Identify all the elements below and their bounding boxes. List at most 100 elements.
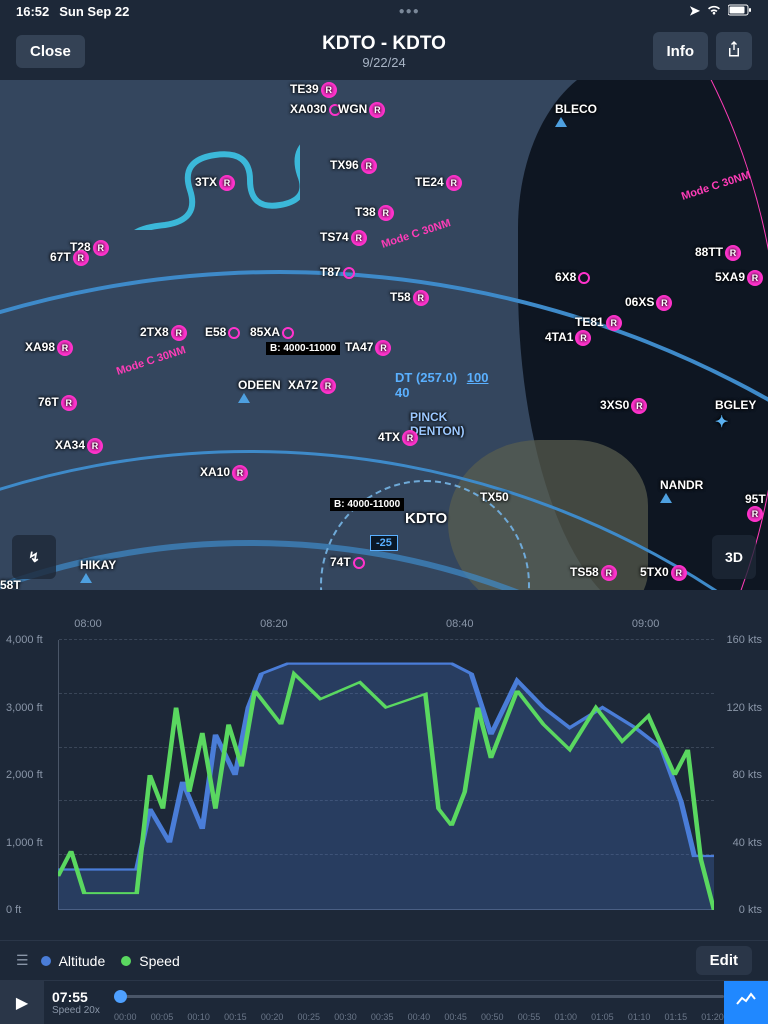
airport-label: PINCKDENTON) (410, 410, 464, 438)
edit-button[interactable]: Edit (696, 946, 752, 975)
timeline-tick: 00:35 (371, 1012, 394, 1022)
timeline-tick: 00:00 (114, 1012, 137, 1022)
share-button[interactable] (716, 32, 752, 70)
target-marker: -25 (370, 535, 398, 551)
close-button[interactable]: Close (16, 35, 85, 68)
waypoint[interactable]: 5XA9R (715, 270, 763, 286)
waypoint[interactable]: 58T (0, 578, 21, 590)
airport-ident[interactable]: KDTO (405, 510, 447, 527)
vor-info[interactable]: DT (257.0) 10040 (395, 370, 488, 400)
timeline-info: 07:55 Speed 20x (44, 989, 114, 1016)
legend-speed: Speed (139, 953, 179, 969)
header: Close KDTO - KDTO 9/22/24 Info (0, 22, 768, 80)
timeline-current: 07:55 (52, 989, 106, 1005)
waypoint[interactable]: 88TTR (695, 245, 741, 261)
y-right-tick: 160 kts (727, 634, 762, 646)
wifi-icon (706, 4, 722, 19)
waypoint[interactable]: TA47R (345, 340, 391, 356)
waypoint[interactable]: 2TX8R (140, 325, 187, 341)
waypoint[interactable]: 76TR (38, 395, 77, 411)
waypoint[interactable]: 67TR (50, 250, 89, 266)
y-right-tick: 120 kts (727, 702, 762, 714)
timeline-tick: 00:50 (481, 1012, 504, 1022)
map-view[interactable]: Mode C 30NM Mode C 30NM Mode C 30NM B: 4… (0, 80, 768, 590)
waypoint[interactable]: TX50 (480, 490, 509, 504)
y-left-tick: 4,000 ft (6, 634, 43, 646)
waypoint[interactable]: BLECO (555, 102, 597, 130)
waypoint[interactable]: T58R (390, 290, 429, 306)
altitude-box: B: 4000-11000 (330, 498, 404, 511)
info-button[interactable]: Info (653, 32, 709, 70)
speed-dot (121, 956, 131, 966)
waypoint[interactable]: NANDR (660, 478, 703, 506)
route-icon: ↯ (28, 549, 40, 566)
chart-toggle-button[interactable] (724, 981, 768, 1024)
timeline-tick: 00:55 (518, 1012, 541, 1022)
x-tick: 09:00 (632, 618, 660, 630)
chart-plot (58, 640, 714, 910)
status-time: 16:52 (16, 4, 49, 19)
x-tick: 08:40 (446, 618, 474, 630)
waypoint[interactable]: TX96R (330, 158, 377, 174)
waypoint[interactable]: 06XSR (625, 295, 672, 311)
timeline-tick: 01:15 (665, 1012, 688, 1022)
waypoint[interactable]: TE81R (575, 315, 622, 331)
waypoint[interactable]: BGLEY✦ (715, 398, 756, 432)
waypoint[interactable]: E58 (205, 325, 240, 339)
waypoint[interactable]: 5TX0R (640, 565, 687, 581)
waypoint[interactable]: TE24R (415, 175, 462, 191)
timeline-tick: 00:40 (408, 1012, 431, 1022)
waypoint[interactable]: ODEEN (238, 378, 281, 406)
waypoint[interactable]: XA72R (288, 378, 336, 394)
timeline-speed: Speed 20x (52, 1005, 106, 1016)
waypoint[interactable]: 95TR (745, 492, 768, 522)
waypoint[interactable]: T87 (320, 265, 355, 279)
waypoint[interactable]: XA98R (25, 340, 73, 356)
waypoint[interactable]: 6X8 (555, 270, 590, 284)
altitude-speed-chart[interactable]: 0 ft1,000 ft2,000 ft3,000 ft4,000 ft0 kt… (0, 590, 768, 940)
waypoint[interactable]: TS74R (320, 230, 367, 246)
waypoint[interactable]: TS58R (570, 565, 617, 581)
waypoint[interactable]: 4TXR (378, 430, 418, 446)
status-icons: ➤ (689, 3, 752, 19)
y-right-tick: 40 kts (733, 837, 762, 849)
y-left-tick: 2,000 ft (6, 769, 43, 781)
timeline-tick: 01:10 (628, 1012, 651, 1022)
y-left-tick: 1,000 ft (6, 837, 43, 849)
timeline-tick: 00:10 (187, 1012, 210, 1022)
battery-icon (728, 4, 752, 19)
waypoint[interactable]: 85XA (250, 325, 294, 339)
share-icon (726, 45, 742, 62)
altitude-box: B: 4000-11000 (266, 342, 340, 355)
waypoint[interactable]: HIKAY (80, 558, 116, 586)
y-right-tick: 0 kts (739, 904, 762, 916)
handle-dots[interactable]: ●●● (399, 6, 420, 17)
waypoint[interactable]: 3XS0R (600, 398, 647, 414)
timeline-tick: 00:05 (151, 1012, 174, 1022)
timeline-tick: 00:45 (444, 1012, 467, 1022)
layers-icon[interactable]: ☰ (16, 952, 29, 969)
play-icon: ▶ (16, 993, 28, 1013)
timeline-tick: 01:05 (591, 1012, 614, 1022)
chart-legend: ☰ Altitude Speed Edit (0, 940, 768, 980)
waypoint[interactable]: TE39R (290, 82, 337, 98)
waypoint[interactable]: 3TXR (195, 175, 235, 191)
timeline-tick: 00:20 (261, 1012, 284, 1022)
timeline-tick: 00:25 (298, 1012, 321, 1022)
timeline-track[interactable]: 00:0000:0500:1000:1500:2000:2500:3000:35… (114, 981, 724, 1024)
playback-timeline: ▶ 07:55 Speed 20x 00:0000:0500:1000:1500… (0, 980, 768, 1024)
waypoint[interactable]: 74T (330, 555, 365, 569)
waypoint[interactable]: T38R (355, 205, 394, 221)
waypoint[interactable]: XA030 (290, 102, 341, 116)
route-button[interactable]: ↯ (12, 535, 56, 579)
waypoint[interactable]: 4TA1R (545, 330, 591, 346)
play-button[interactable]: ▶ (0, 981, 44, 1024)
timeline-tick: 00:30 (334, 1012, 357, 1022)
x-tick: 08:00 (74, 618, 102, 630)
3d-button[interactable]: 3D (712, 535, 756, 579)
waypoint[interactable]: WGNR (338, 102, 385, 118)
y-left-tick: 3,000 ft (6, 702, 43, 714)
waypoint[interactable]: XA10R (200, 465, 248, 481)
waypoint[interactable]: XA34R (55, 438, 103, 454)
timeline-thumb[interactable] (114, 990, 127, 1003)
